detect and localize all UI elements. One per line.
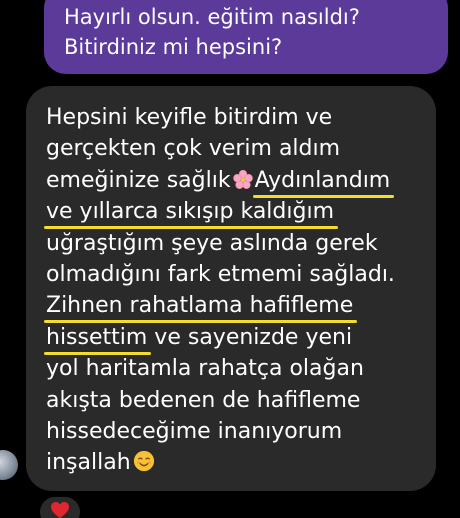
- incoming-message-bubble[interactable]: Hepsini keyifle bitirdim ve gerçekten ço…: [26, 86, 436, 491]
- heart-icon: [51, 501, 69, 518]
- outgoing-message-line: Hayırlı olsun. eğitim nasıldı?: [64, 5, 360, 29]
- message-line: hissettim ve sayenizde yeni: [46, 324, 353, 350]
- message-line: Zihnen rahatlama hafifleme: [46, 290, 436, 321]
- message-line: ve yıllarca sıkışıp kaldığım: [46, 196, 436, 227]
- message-line: olmadığını fark etmemi sağladı.: [46, 261, 395, 287]
- outgoing-message-bubble[interactable]: Hayırlı olsun. eğitim nasıldı? Bitirdini…: [44, 0, 448, 74]
- highlighted-text: ve yıllarca sıkışıp kaldığım: [46, 199, 335, 225]
- message-line: uğraştığım şeye aslında gerek: [46, 230, 378, 256]
- message-line: akışta bedenen de hafifleme: [46, 387, 361, 413]
- message-line: emeğinize sağlık Aydınlandım: [46, 167, 391, 193]
- message-reaction[interactable]: [40, 497, 80, 518]
- sender-avatar[interactable]: [0, 450, 18, 480]
- message-line: hissedeceğime inanıyorum: [46, 418, 343, 444]
- message-line: Hepsini keyifle bitirdim ve: [46, 105, 333, 130]
- message-line: yol haritamla rahatça olağan: [46, 356, 364, 382]
- chat-screen: Hayırlı olsun. eğitim nasıldı? Bitirdini…: [0, 0, 460, 518]
- smiling-face-icon: [133, 451, 154, 472]
- highlighted-text: Aydınlandım: [254, 167, 391, 193]
- highlighted-text: Zihnen rahatlama hafifleme: [46, 293, 354, 319]
- message-line: inşallah: [46, 447, 436, 478]
- message-line: gerçekten çok verim aldım: [46, 136, 341, 162]
- highlighted-text: hissettim: [46, 324, 148, 350]
- cherry-blossom-icon: [232, 169, 253, 189]
- outgoing-message-line: Bitirdiniz mi hepsini?: [64, 35, 283, 59]
